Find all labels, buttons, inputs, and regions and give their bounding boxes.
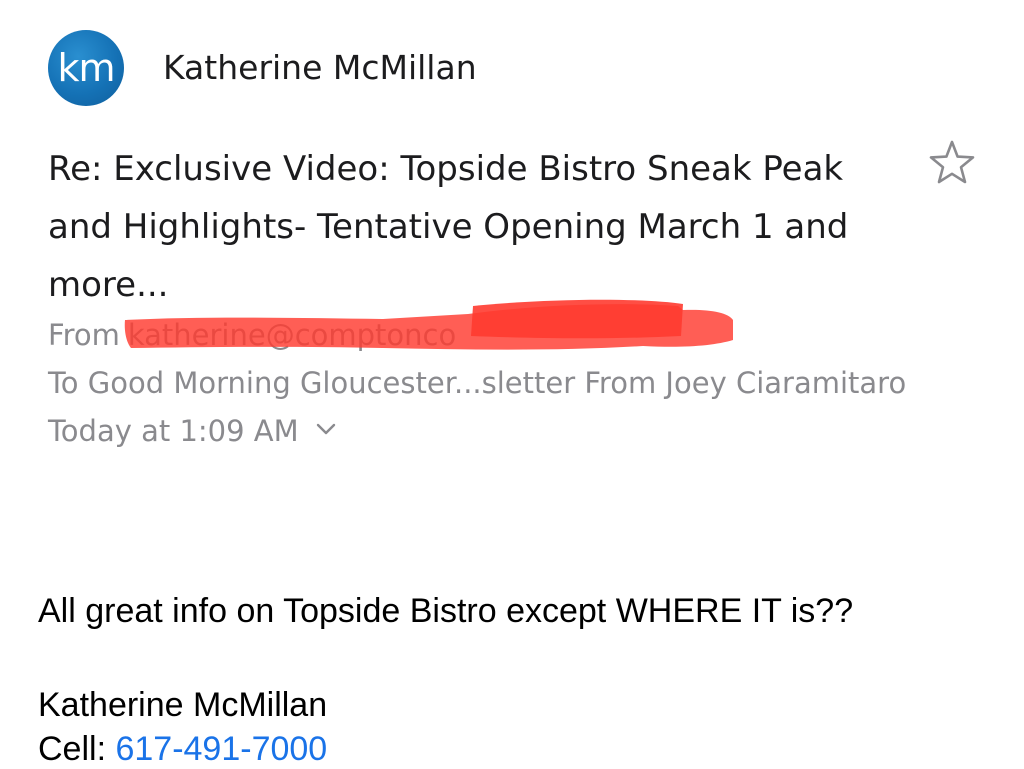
chevron-down-icon[interactable] <box>316 422 336 436</box>
email-subject: Re: Exclusive Video: Topside Bistro Snea… <box>48 149 849 305</box>
sender-name[interactable]: Katherine McMillan <box>163 48 477 87</box>
from-address[interactable]: katherine@comptonco <box>128 318 456 352</box>
date-details-toggle[interactable]: Today at 1:09 AM <box>48 414 336 448</box>
to-line[interactable]: To Good Morning Gloucester...sletter Fro… <box>48 366 906 400</box>
signature-name: Katherine McMillan <box>38 686 328 724</box>
date-text: Today at 1:09 AM <box>48 414 299 448</box>
from-line[interactable]: From katherine@comptonco <box>48 318 456 352</box>
star-icon[interactable] <box>928 139 976 185</box>
signature-phone-link[interactable]: 617-491-7000 <box>115 730 327 768</box>
sender-avatar[interactable]: km <box>48 30 124 106</box>
avatar-initials: km <box>57 46 115 90</box>
email-body: All great info on Topside Bistro except … <box>38 592 854 630</box>
signature-phone-label: Cell: <box>38 730 116 768</box>
signature-phone-line: Cell: 617-491-7000 <box>38 730 327 769</box>
from-label: From <box>48 318 120 352</box>
